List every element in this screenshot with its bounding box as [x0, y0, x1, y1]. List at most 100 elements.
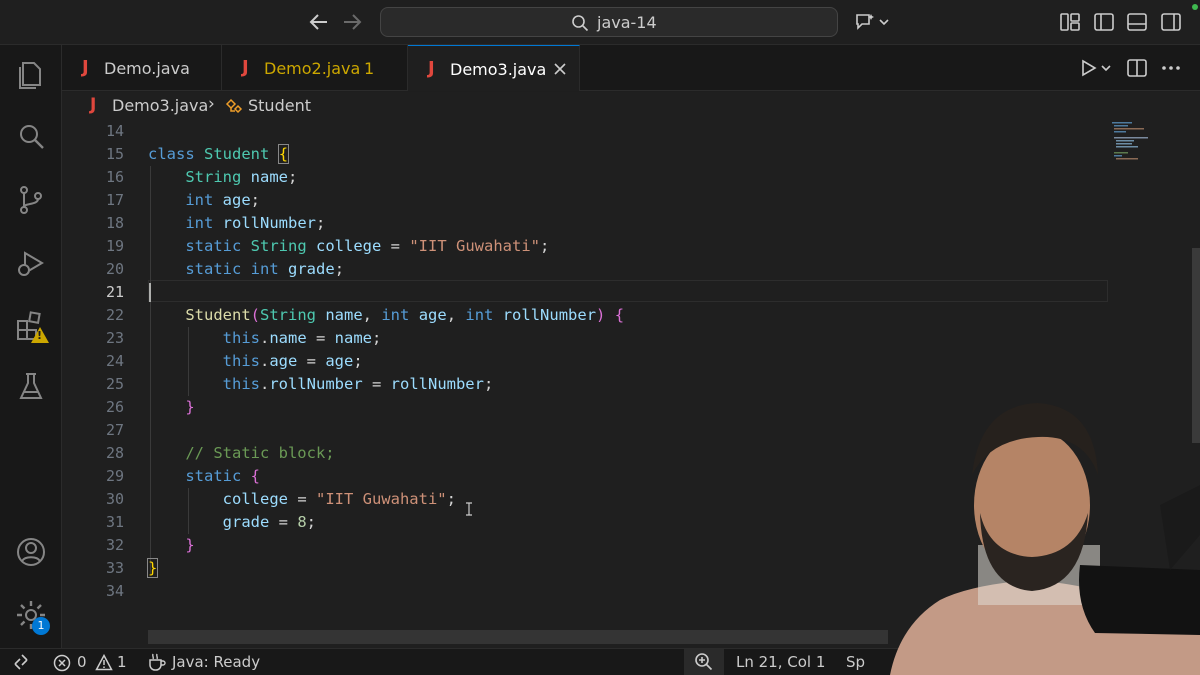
code-line: this.age = age;	[222, 352, 363, 370]
code-line: }	[185, 398, 195, 416]
minimap[interactable]	[1108, 120, 1168, 180]
java-coffee-icon	[149, 653, 166, 671]
class-symbol-icon	[225, 98, 243, 114]
testing-flask-icon[interactable]	[14, 370, 48, 404]
line-number: 20	[105, 260, 124, 278]
java-status[interactable]: Java: Ready	[172, 653, 260, 671]
breadcrumb: J Demo3.java › Student	[62, 92, 1200, 120]
code-line: grade = 8;	[222, 513, 317, 531]
horizontal-scrollbar[interactable]	[148, 630, 888, 644]
line-number: 31	[105, 513, 124, 531]
code-line: this.rollNumber = rollNumber;	[222, 375, 494, 393]
code-line: college = "IIT Guwahati";	[222, 490, 456, 508]
code-line: Student(String name, int age, int rollNu…	[185, 306, 625, 324]
title-bar: java-14	[0, 0, 1200, 45]
command-center-search[interactable]: java-14	[380, 7, 838, 37]
microphone	[1079, 565, 1200, 635]
tab-label: Demo2.java	[264, 59, 361, 78]
line-number: 34	[105, 582, 124, 600]
editor-tab-bar: J Demo.java J Demo2.java 1 J Demo3.java	[62, 45, 1200, 91]
zoom-icon	[695, 653, 713, 671]
line-number: 32	[105, 536, 124, 554]
search-view-icon[interactable]	[14, 120, 48, 154]
activity-bar: ! 1	[0, 45, 62, 648]
chevron-down-icon[interactable]	[1100, 58, 1112, 78]
line-number: 33	[105, 559, 124, 577]
tab-demo3-java[interactable]: J Demo3.java	[408, 45, 580, 91]
search-icon	[572, 15, 589, 32]
chevron-down-icon[interactable]	[878, 11, 890, 33]
run-and-debug-icon[interactable]	[14, 246, 48, 280]
copilot-chat-icon[interactable]	[854, 11, 876, 33]
code-line: static String college = "IIT Guwahati";	[185, 237, 550, 255]
extensions-warning-badge: !	[30, 326, 50, 344]
line-number: 17	[105, 191, 124, 209]
source-control-icon[interactable]	[14, 183, 48, 217]
tab-demo2-java[interactable]: J Demo2.java 1	[222, 45, 408, 91]
line-number: 16	[105, 168, 124, 186]
toggle-primary-sidebar-icon[interactable]	[1093, 11, 1115, 33]
line-number: 19	[105, 237, 124, 255]
line-number: 14	[105, 122, 124, 140]
tab-demo-java[interactable]: J Demo.java	[62, 45, 222, 91]
line-number: 24	[105, 352, 124, 370]
toggle-panel-icon[interactable]	[1126, 11, 1148, 33]
line-number: 26	[105, 398, 124, 416]
error-icon[interactable]	[53, 654, 71, 672]
customize-layout-icon[interactable]	[1059, 11, 1081, 33]
line-number: 28	[105, 444, 124, 462]
code-line: // Static block;	[185, 444, 335, 462]
line-number: 30	[105, 490, 124, 508]
warning-mark: !	[37, 329, 43, 342]
split-editor-icon[interactable]	[1126, 57, 1148, 79]
webcam-overlay	[890, 403, 1200, 675]
cursor-position[interactable]: Ln 21, Col 1	[736, 653, 825, 671]
line-number: 18	[105, 214, 124, 232]
code-line: class Student {	[148, 144, 290, 164]
more-actions-icon[interactable]	[1160, 59, 1182, 77]
code-line: int rollNumber;	[185, 214, 326, 232]
status-dot	[1192, 4, 1198, 10]
error-count[interactable]: 0	[77, 653, 87, 671]
breadcrumb-symbol[interactable]: Student	[248, 96, 311, 115]
settings-badge: 1	[32, 617, 50, 635]
line-number-current: 21	[105, 283, 124, 301]
close-icon[interactable]	[552, 61, 568, 77]
line-number: 15	[105, 145, 124, 163]
line-number: 23	[105, 329, 124, 347]
back-arrow-icon[interactable]	[307, 10, 331, 34]
breadcrumb-separator: ›	[208, 94, 215, 114]
run-icon[interactable]	[1078, 58, 1098, 78]
forward-arrow-icon[interactable]	[340, 10, 364, 34]
java-file-icon: J	[242, 57, 249, 78]
warning-icon[interactable]	[95, 654, 113, 671]
line-number: 29	[105, 467, 124, 485]
tab-problem-count: 1	[364, 59, 375, 78]
code-line: static int grade;	[185, 260, 345, 278]
tab-label: Demo3.java	[450, 60, 547, 79]
line-number: 27	[105, 421, 124, 439]
toggle-secondary-sidebar-icon[interactable]	[1160, 11, 1182, 33]
warning-count[interactable]: 1	[117, 653, 127, 671]
current-line-highlight	[148, 280, 1108, 302]
code-line: String name;	[185, 168, 298, 186]
accounts-icon[interactable]	[14, 535, 48, 569]
explorer-icon[interactable]	[14, 57, 48, 91]
indentation[interactable]: Sp	[846, 653, 865, 671]
breadcrumb-file[interactable]: Demo3.java	[112, 96, 208, 115]
line-number: 25	[105, 375, 124, 393]
java-file-icon: J	[82, 57, 89, 78]
text-cursor	[149, 283, 151, 302]
code-line: }	[185, 536, 195, 554]
code-line: int age;	[185, 191, 261, 209]
search-text: java-14	[597, 13, 657, 32]
code-line: this.name = name;	[222, 329, 382, 347]
remote-indicator-icon[interactable]	[12, 653, 30, 671]
mouse-ibeam-cursor-icon	[466, 502, 472, 516]
zoom-indicator[interactable]	[684, 649, 724, 675]
tab-label: Demo.java	[104, 59, 190, 78]
java-file-icon: J	[90, 95, 97, 115]
java-file-icon: J	[428, 58, 435, 79]
code-line: static {	[185, 467, 261, 485]
code-line: }	[146, 558, 159, 578]
